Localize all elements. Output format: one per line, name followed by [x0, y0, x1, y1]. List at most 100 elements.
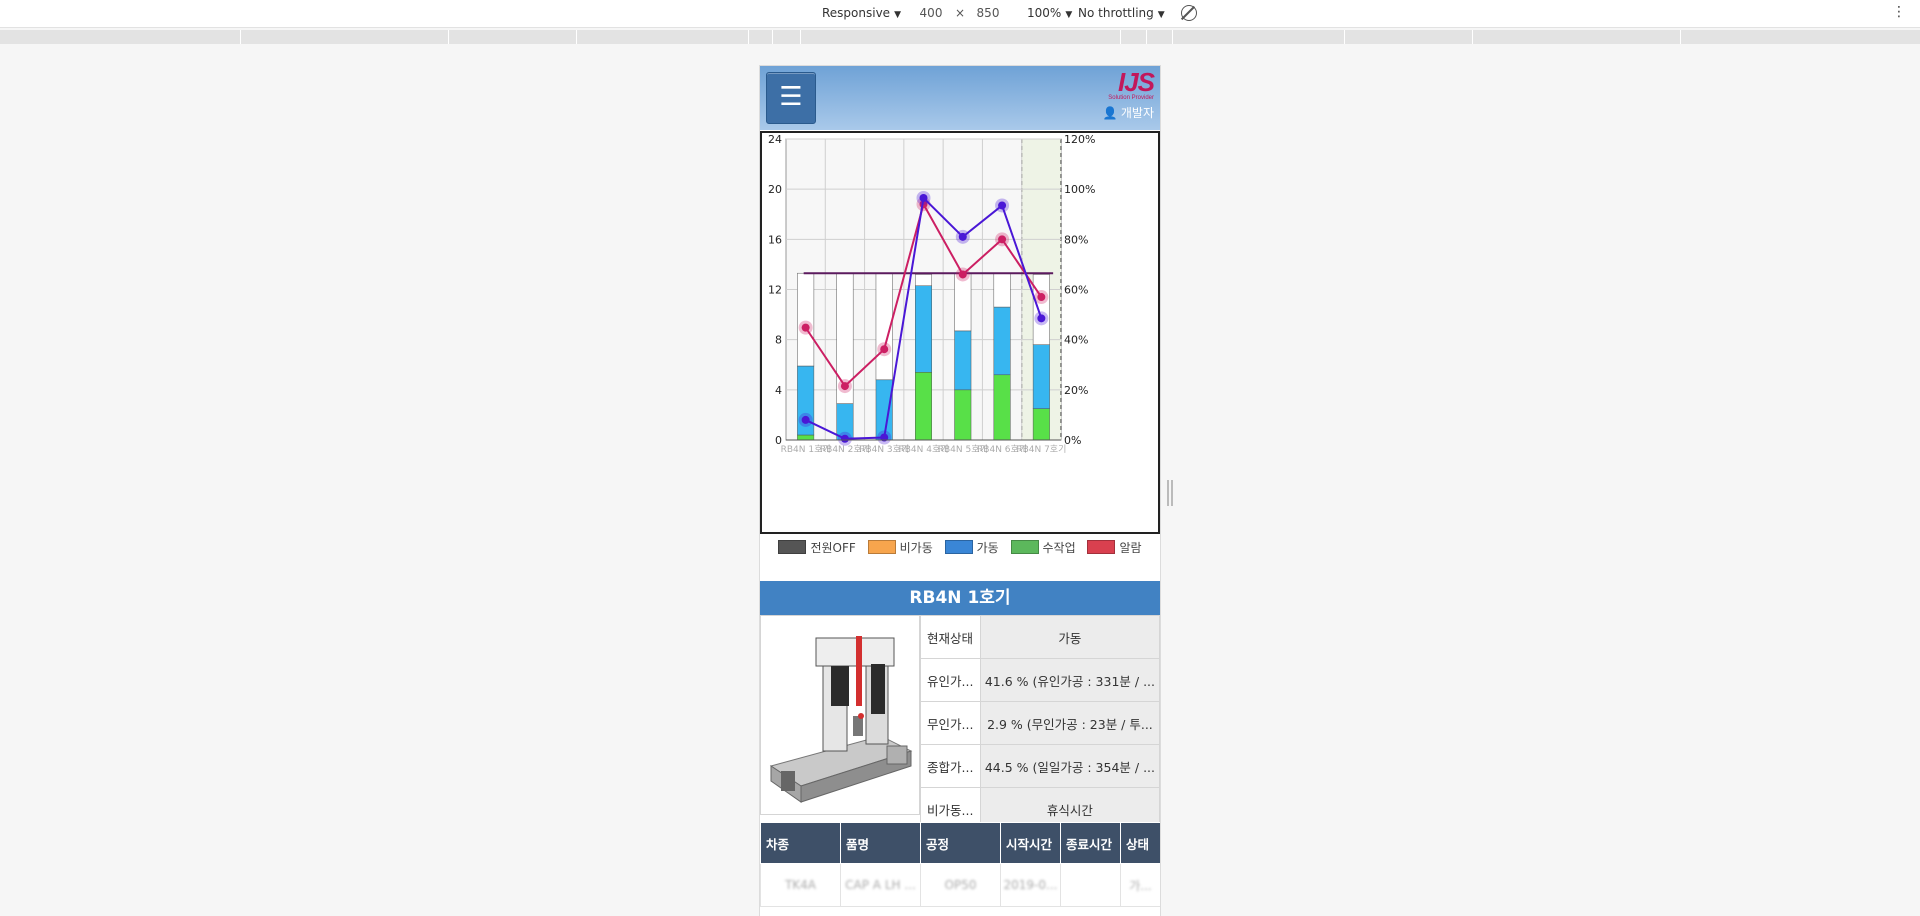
work-table-header: 차종 품명 공정 시작시간 종료시간 상태 [760, 822, 1160, 864]
mq-divider [576, 30, 577, 44]
legend-item[interactable]: 전원OFF [778, 540, 856, 557]
chevron-down-icon: ▼ [1065, 10, 1073, 20]
table-cell: 2019-0... [1000, 863, 1061, 907]
width-input[interactable]: 400 [910, 4, 952, 22]
bar-segment [993, 374, 1011, 441]
info-value: 2.9 % (무인가공 : 23분 / 투... [979, 701, 1160, 745]
device-mode-select[interactable]: Responsive ▼ [822, 6, 901, 20]
legend-swatch [1087, 540, 1116, 554]
left-tick-label: 8 [775, 334, 782, 347]
column-header[interactable]: 공정 [920, 822, 1001, 864]
chevron-down-icon: ▼ [894, 10, 901, 20]
right-tick-label: 40% [1064, 334, 1088, 347]
legend-item[interactable]: 수작업 [1010, 540, 1076, 557]
app-header: ☰ IJS Solution Provider 👤 개발자 [760, 66, 1160, 130]
rotate-icon[interactable] [1181, 5, 1197, 21]
chart-svg: 048121620240%20%40%60%80%100%120%RB4N 1호… [768, 133, 1095, 455]
right-tick-label: 80% [1064, 233, 1088, 246]
x-tick-label: RB4N 7호기 [1016, 444, 1066, 455]
right-tick-label: 0% [1064, 434, 1081, 447]
device-viewport: ☰ IJS Solution Provider 👤 개발자 0 4 8 12 16 20 24… [760, 66, 1160, 916]
mq-divider [1146, 30, 1147, 44]
info-row: 유인가... 41.6 % (유인가공 : 331분 / ... [920, 658, 1160, 702]
left-tick-label: 16 [768, 233, 782, 246]
info-row: 현재상태 가동 [920, 615, 1160, 659]
table-cell [1060, 863, 1121, 907]
legend-label: 가동 [976, 541, 999, 555]
legend-item[interactable]: 비가동 [867, 540, 933, 557]
times-symbol: × [955, 6, 966, 20]
user-icon: 👤 [1102, 106, 1118, 120]
info-value: 가동 [979, 615, 1160, 659]
table-cell: TK4A [760, 863, 841, 907]
bar-segment [993, 272, 1011, 308]
bar-segment [915, 285, 932, 373]
legend-swatch [1010, 540, 1039, 554]
bar-segment [1032, 274, 1050, 345]
more-options-icon[interactable]: ⋮ [1892, 4, 1906, 20]
info-value: 44.5 % (일일가공 : 354분 / ... [979, 744, 1160, 788]
legend-item[interactable]: 가동 [944, 540, 999, 557]
data-point [958, 232, 967, 241]
throttling-select[interactable]: No throttling ▼ [1078, 6, 1165, 20]
user-name: 개발자 [1120, 106, 1154, 120]
data-point [840, 434, 849, 443]
viewport-resize-handle[interactable] [1167, 480, 1173, 506]
column-header[interactable]: 품명 [840, 822, 921, 864]
mq-divider [448, 30, 449, 44]
bar-segment [954, 272, 972, 332]
legend-swatch [778, 540, 807, 554]
legend-swatch [867, 540, 896, 554]
column-header[interactable]: 상태 [1120, 822, 1160, 864]
throttling-label: No throttling [1078, 6, 1154, 20]
column-header[interactable]: 차종 [760, 822, 841, 864]
menu-button[interactable]: ☰ [766, 72, 816, 124]
left-tick-label: 4 [775, 384, 782, 397]
bar-segment [954, 389, 972, 441]
mq-divider [772, 30, 773, 44]
mq-divider [1120, 30, 1121, 44]
mq-divider [1344, 30, 1345, 44]
bar-segment [797, 272, 815, 367]
hamburger-icon: ☰ [779, 82, 803, 112]
chart-legend: 전원OFF 비가동 가동 수작업 알람 [760, 540, 1160, 578]
table-row[interactable]: TK4A CAP A LH ... OP50 2019-0... 가... [760, 863, 1160, 907]
right-tick-label: 20% [1064, 384, 1088, 397]
media-query-bar[interactable] [0, 30, 1920, 44]
machine-title: RB4N 1호기 [760, 581, 1160, 615]
data-point [998, 201, 1007, 210]
height-input[interactable]: 850 [967, 4, 1009, 22]
bar-segment [1032, 408, 1050, 441]
data-point [801, 323, 810, 332]
column-header[interactable]: 시작시간 [1000, 822, 1061, 864]
left-tick-label: 20 [768, 183, 782, 196]
logo: IJS Solution Provider [1108, 69, 1155, 102]
legend-swatch [944, 540, 973, 554]
bar-segment [797, 434, 815, 441]
column-header[interactable]: 종료시간 [1060, 822, 1121, 864]
legend-item[interactable]: 알람 [1087, 540, 1142, 557]
machine-illustration [761, 616, 919, 814]
info-label: 종합가... [920, 744, 981, 788]
bar-segment [954, 330, 972, 391]
info-label: 유인가... [920, 658, 981, 702]
table-cell: 가... [1120, 863, 1160, 907]
data-point [801, 415, 810, 424]
mq-divider [1172, 30, 1173, 44]
data-point [919, 193, 928, 202]
device-mode-label: Responsive [822, 6, 891, 20]
data-point [1037, 293, 1046, 302]
zoom-select[interactable]: 100% ▼ [1027, 6, 1072, 20]
mq-divider [1680, 30, 1681, 44]
user-info[interactable]: 👤 개발자 [1103, 104, 1154, 121]
machine-info-table: 현재상태 가동 유인가... 41.6 % (유인가공 : 331분 / ...… [920, 615, 1160, 831]
right-tick-label: 120% [1064, 133, 1095, 146]
chevron-down-icon: ▼ [1157, 10, 1165, 20]
right-tick-label: 60% [1064, 284, 1088, 297]
info-label: 현재상태 [920, 615, 981, 659]
data-point [840, 382, 849, 391]
mq-divider [1472, 30, 1473, 44]
devtools-toolbar: Responsive ▼ 400 × 850 100% ▼ No throttlin… [0, 0, 1920, 28]
bar-segment [1032, 344, 1050, 409]
machine-image [760, 615, 920, 815]
